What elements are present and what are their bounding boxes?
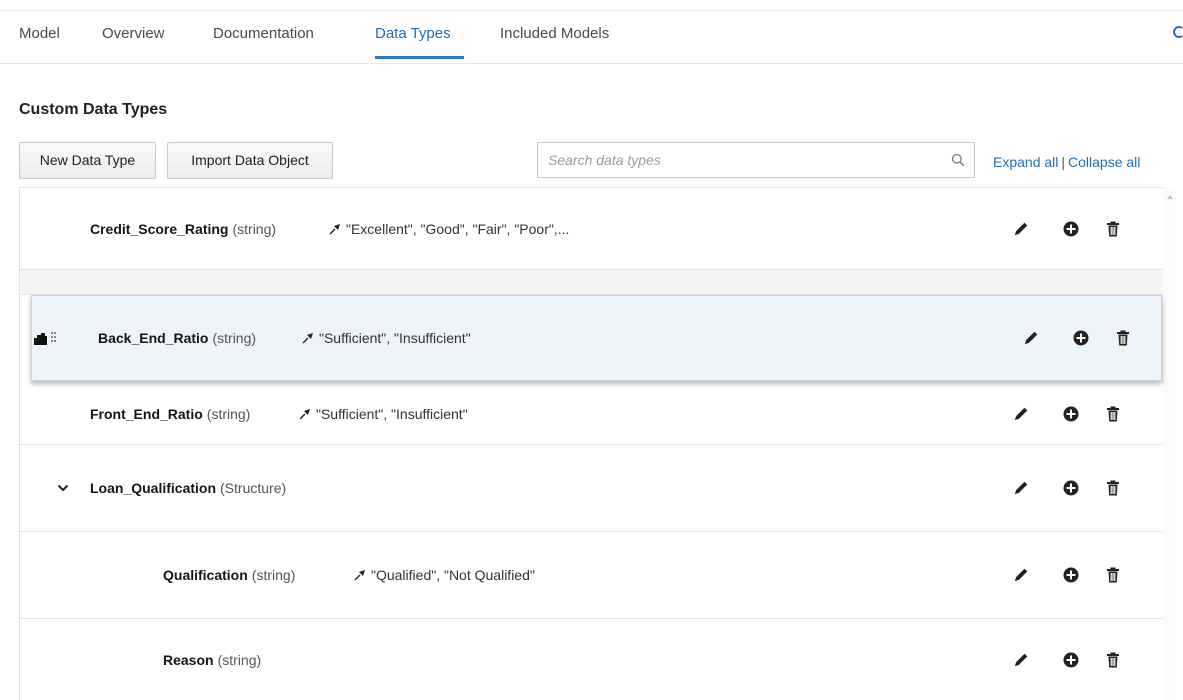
constraint[interactable]: "Qualified", "Not Qualified" [354, 567, 535, 583]
data-type-row[interactable]: Credit_Score_Rating (string) "Excellent",… [20, 188, 1163, 270]
tab-overview[interactable]: Overview [102, 25, 165, 42]
expand-collapse-links: Expand all | Collapse all [993, 154, 1140, 170]
plus-circle-icon[interactable] [1072, 329, 1090, 347]
trash-icon[interactable] [1114, 329, 1132, 347]
row-actions [1012, 566, 1122, 584]
data-type-name[interactable]: Front_End_Ratio [90, 406, 203, 422]
active-tab-indicator [375, 56, 464, 59]
import-data-object-button[interactable]: Import Data Object [167, 142, 333, 179]
pencil-icon[interactable] [1012, 566, 1030, 584]
tab-bar: Model Overview Documentation Data Types … [0, 0, 1183, 64]
search-icon[interactable] [951, 153, 965, 167]
constraint-values: "Qualified", "Not Qualified" [371, 567, 535, 583]
row-actions [1012, 479, 1122, 497]
constraint[interactable]: "Sufficient", "Insufficient" [299, 406, 468, 422]
constraint-values: "Sufficient", "Insufficient" [319, 330, 471, 346]
search-box [537, 142, 975, 178]
dragged-data-type-row[interactable]: Back_End_Ratio (string) "Sufficient", "In… [31, 295, 1162, 381]
page-title: Custom Data Types [19, 101, 168, 118]
row-actions [1012, 220, 1122, 238]
data-type-row[interactable]: Front_End_Ratio (string) "Sufficient", "I… [20, 384, 1163, 445]
data-type-name[interactable]: Back_End_Ratio [98, 330, 208, 346]
data-type-kind: (Structure) [220, 480, 287, 496]
data-type-name[interactable]: Loan_Qualification [90, 480, 216, 496]
trash-icon[interactable] [1104, 479, 1122, 497]
search-input[interactable] [538, 143, 938, 177]
scroll-up-arrow-icon[interactable] [1167, 195, 1173, 199]
data-type-row[interactable]: Reason (string) [20, 619, 1163, 700]
data-type-row[interactable]: Loan_Qualification (Structure) [20, 445, 1163, 532]
trash-icon[interactable] [1104, 566, 1122, 584]
data-type-kind: (string) [212, 330, 257, 346]
constraint-values: "Excellent", "Good", "Fair", "Poor",... [346, 220, 570, 237]
constraint-icon [302, 332, 314, 344]
plus-circle-icon[interactable] [1062, 405, 1080, 423]
pencil-icon[interactable] [1012, 220, 1030, 238]
data-type-kind: (string) [217, 652, 262, 668]
plus-circle-icon[interactable] [1062, 479, 1080, 497]
constraint-values: "Sufficient", "Insufficient" [316, 406, 468, 422]
constraint-icon [354, 569, 366, 581]
row-actions [1022, 329, 1132, 347]
pencil-icon[interactable] [1012, 479, 1030, 497]
scrollbar[interactable] [1162, 187, 1176, 700]
constraint-icon [329, 223, 341, 235]
plus-circle-icon[interactable] [1062, 220, 1080, 238]
data-type-row[interactable]: Qualification (string) "Qualified", "Not … [20, 532, 1163, 619]
constraint[interactable]: "Sufficient", "Insufficient" [302, 330, 471, 346]
data-type-list: Credit_Score_Rating (string) "Excellent",… [19, 187, 1163, 700]
data-type-name[interactable]: Credit_Score_Rating [90, 221, 228, 237]
data-type-name[interactable]: Qualification [163, 567, 248, 583]
data-type-kind: (string) [206, 406, 251, 422]
pencil-icon[interactable] [1022, 329, 1040, 347]
data-type-name[interactable]: Reason [163, 652, 214, 668]
row-actions [1012, 651, 1122, 669]
pencil-icon[interactable] [1012, 405, 1030, 423]
constraint-icon [299, 408, 311, 420]
data-type-kind: (string) [251, 567, 296, 583]
tab-data-types[interactable]: Data Types [375, 25, 451, 42]
chevron-down-icon[interactable] [56, 481, 70, 495]
constraint[interactable]: "Excellent", "Good", "Fair", "Poor",... [329, 221, 569, 237]
trash-icon[interactable] [1104, 405, 1122, 423]
top-divider [0, 10, 1183, 11]
plus-circle-icon[interactable] [1062, 651, 1080, 669]
pencil-icon[interactable] [1012, 651, 1030, 669]
data-type-kind: (string) [232, 220, 277, 237]
trash-icon[interactable] [1104, 651, 1122, 669]
plus-circle-icon[interactable] [1062, 566, 1080, 584]
expand-all-link[interactable]: Expand all [993, 154, 1058, 170]
row-actions [1012, 405, 1122, 423]
trash-icon[interactable] [1104, 220, 1122, 238]
drag-handle-icon[interactable] [32, 329, 56, 347]
link-separator: | [1061, 154, 1066, 170]
tab-documentation[interactable]: Documentation [213, 25, 314, 42]
overflow-icon[interactable] [1173, 25, 1183, 39]
tab-model[interactable]: Model [19, 25, 60, 42]
new-data-type-button[interactable]: New Data Type [19, 142, 156, 179]
tab-included-models[interactable]: Included Models [500, 25, 609, 42]
drop-placeholder [20, 270, 1163, 295]
collapse-all-link[interactable]: Collapse all [1068, 154, 1140, 170]
